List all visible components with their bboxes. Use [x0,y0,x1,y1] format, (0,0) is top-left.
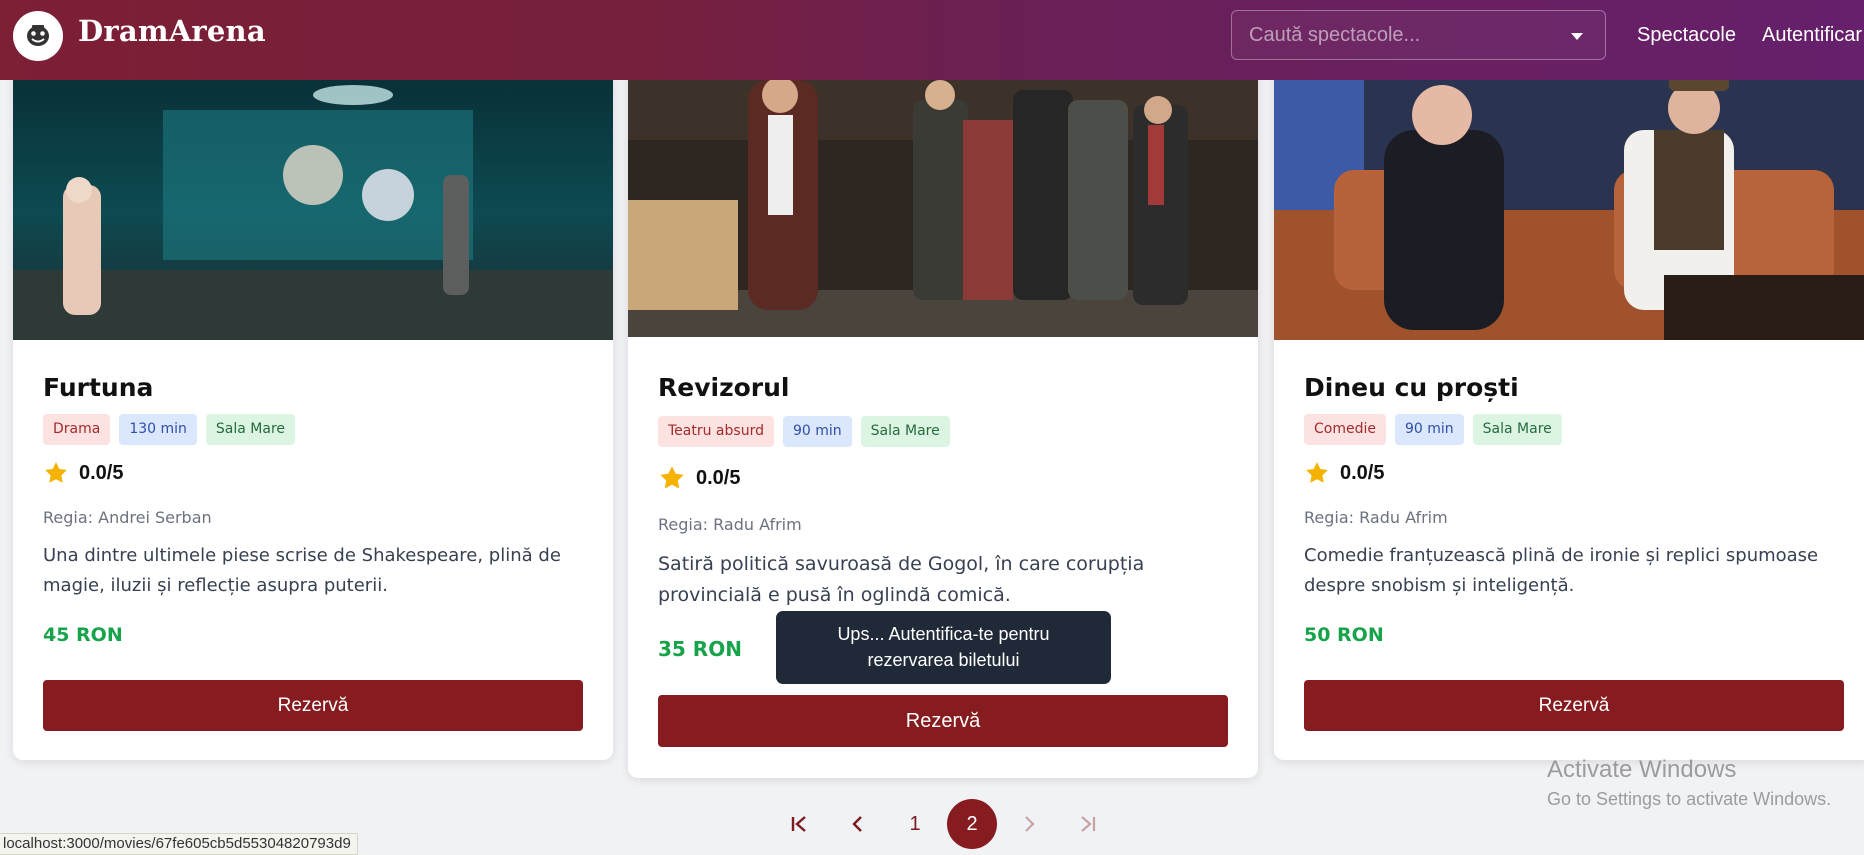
price: 45 RON [43,624,123,646]
show-description: Comedie franțuzească plină de ironie și … [1304,545,1819,596]
rating-value: 0.0/5 [1340,461,1385,484]
rating: 0.0/5 [43,460,123,486]
duration-tag: 130 min [119,414,197,445]
dropdown-caret-icon[interactable] [1571,33,1583,40]
genre-tag: Comedie [1304,414,1386,445]
search-select[interactable] [1231,10,1606,60]
hall-tag: Sala Mare [860,416,950,447]
page-2-button[interactable]: 2 [947,799,997,849]
genre-tag: Drama [43,414,111,445]
show-title: Dineu cu proști [1304,373,1519,402]
duration-tag: 90 min [1394,414,1464,445]
show-description: Una dintre ultimele piese scrise de Shak… [43,545,561,596]
page-number: 1 [909,812,921,835]
nav-login[interactable]: Autentificar [1762,24,1862,47]
show-title: Furtuna [43,373,154,402]
previous-page-button[interactable] [832,799,882,849]
page-number: 2 [966,812,978,835]
director: Regia: Andrei Serban [43,508,212,527]
tag-list: Comedie 90 min Sala Mare [1304,414,1562,445]
chevron-left-icon [852,816,862,832]
duration-tag: 90 min [782,416,852,447]
genre-tag: Teatru absurd [658,416,774,447]
page-1-button[interactable]: 1 [890,799,940,849]
show-card-dineu-cu-prosti: Dineu cu proști Comedie 90 min Sala Mare… [1274,20,1864,760]
chevron-right-icon [1025,816,1035,832]
director: Regia: Radu Afrim [1304,508,1448,527]
star-icon [1306,462,1328,483]
rating: 0.0/5 [1304,460,1384,486]
rating: 0.0/5 [658,464,740,492]
logo[interactable] [13,11,63,61]
browser-status-url: localhost:3000/movies/67fe605cb5d5530482… [0,833,358,855]
search-input[interactable] [1249,23,1549,47]
price: 50 RON [1304,624,1384,646]
reserve-button[interactable]: Rezervă [658,695,1228,747]
tag-list: Drama 130 min Sala Mare [43,414,296,445]
rating-value: 0.0/5 [696,466,741,489]
page: Furtuna Drama 130 min Sala Mare 0.0/5 Re… [0,0,1864,855]
star-icon [660,466,684,489]
reserve-button[interactable]: Rezervă [1304,680,1844,731]
tooltip-line-1: Ups... Autentifica-te pentru [837,624,1050,644]
rating-value: 0.0/5 [79,461,124,484]
windows-activation-subtitle: Go to Settings to activate Windows. [1547,789,1832,809]
nav-shows[interactable]: Spectacole [1637,24,1736,47]
show-description: Satiră politică savuroasă de Gogol, în c… [658,553,1145,606]
first-page-icon [791,816,806,832]
top-navbar: DramArena Spectacole Autentificar [0,0,1864,80]
price: 35 RON [658,637,742,661]
windows-activation-title: Activate Windows [1547,756,1737,783]
show-card-furtuna: Furtuna Drama 130 min Sala Mare 0.0/5 Re… [13,20,613,760]
tooltip-line-2: rezervarea biletului [867,650,1020,670]
show-title: Revizorul [658,373,790,402]
hall-tag: Sala Mare [1472,414,1562,445]
theater-mask-icon [27,25,49,46]
login-required-tooltip: Ups... Autentifica-te pentru rezervarea … [776,611,1111,684]
director: Regia: Radu Afrim [658,515,802,534]
brand-name[interactable]: DramArena [78,14,266,48]
first-page-button[interactable] [775,799,825,849]
last-page-icon [1081,816,1096,832]
reserve-button[interactable]: Rezervă [43,680,583,731]
next-page-button[interactable] [1005,799,1055,849]
star-icon [45,462,67,483]
tag-list: Teatru absurd 90 min Sala Mare [658,416,950,447]
hall-tag: Sala Mare [205,414,296,445]
last-page-button[interactable] [1062,799,1112,849]
